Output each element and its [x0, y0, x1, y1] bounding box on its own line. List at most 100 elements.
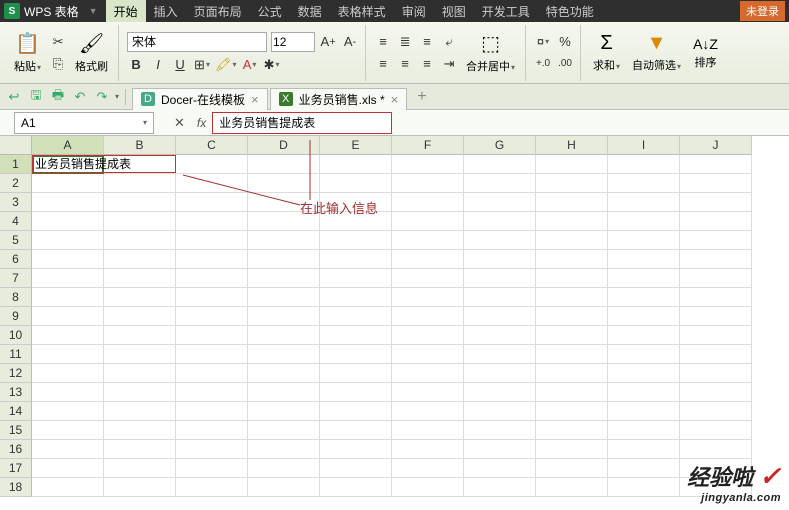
cell-H4[interactable]: [536, 212, 608, 231]
cell-C3[interactable]: [176, 193, 248, 212]
menu-0[interactable]: 开始: [106, 0, 146, 22]
cell-C8[interactable]: [176, 288, 248, 307]
cell-E18[interactable]: [320, 478, 392, 497]
cell-F7[interactable]: [392, 269, 464, 288]
row-header-10[interactable]: 10: [0, 326, 32, 345]
cell-C6[interactable]: [176, 250, 248, 269]
cell-H16[interactable]: [536, 440, 608, 459]
merge-center-button[interactable]: ⬚ 合并居中▾: [462, 29, 519, 76]
decrease-decimal-button[interactable]: .00: [556, 55, 574, 73]
cell-G18[interactable]: [464, 478, 536, 497]
cell-E3[interactable]: [320, 193, 392, 212]
cell-D8[interactable]: [248, 288, 320, 307]
cell-E7[interactable]: [320, 269, 392, 288]
underline-button[interactable]: U: [171, 56, 189, 74]
cell-G12[interactable]: [464, 364, 536, 383]
cell-C17[interactable]: [176, 459, 248, 478]
cell-G8[interactable]: [464, 288, 536, 307]
cell-C13[interactable]: [176, 383, 248, 402]
cell-G16[interactable]: [464, 440, 536, 459]
cell-B16[interactable]: [104, 440, 176, 459]
align-left-button[interactable]: ≡: [374, 55, 392, 73]
col-header-I[interactable]: I: [608, 136, 680, 155]
row-header-18[interactable]: 18: [0, 478, 32, 497]
cell-B10[interactable]: [104, 326, 176, 345]
cell-J15[interactable]: [680, 421, 752, 440]
cell-B18[interactable]: [104, 478, 176, 497]
cell-C15[interactable]: [176, 421, 248, 440]
cell-I4[interactable]: [608, 212, 680, 231]
cell-I5[interactable]: [608, 231, 680, 250]
cell-G15[interactable]: [464, 421, 536, 440]
menu-2[interactable]: 页面布局: [186, 0, 250, 22]
spreadsheet-grid[interactable]: ABCDEFGHIJ 123456789101112131415161718 业…: [0, 136, 789, 497]
cell-I18[interactable]: [608, 478, 680, 497]
close-icon[interactable]: ×: [251, 92, 259, 107]
cell-I11[interactable]: [608, 345, 680, 364]
cell-C5[interactable]: [176, 231, 248, 250]
cell-B9[interactable]: [104, 307, 176, 326]
cell-A18[interactable]: [32, 478, 104, 497]
select-all-corner[interactable]: [0, 136, 32, 155]
copy-button[interactable]: ⎘: [49, 55, 67, 73]
cell-G5[interactable]: [464, 231, 536, 250]
cell-A14[interactable]: [32, 402, 104, 421]
sort-button[interactable]: A↓Z 排序: [689, 34, 722, 72]
cell-G10[interactable]: [464, 326, 536, 345]
cell-J12[interactable]: [680, 364, 752, 383]
paste-button[interactable]: 📋 粘贴▾: [10, 29, 45, 76]
cell-J14[interactable]: [680, 402, 752, 421]
col-header-H[interactable]: H: [536, 136, 608, 155]
row-header-8[interactable]: 8: [0, 288, 32, 307]
cell-A10[interactable]: [32, 326, 104, 345]
cell-D14[interactable]: [248, 402, 320, 421]
cell-I9[interactable]: [608, 307, 680, 326]
cell-E11[interactable]: [320, 345, 392, 364]
row-header-6[interactable]: 6: [0, 250, 32, 269]
cell-F13[interactable]: [392, 383, 464, 402]
col-header-E[interactable]: E: [320, 136, 392, 155]
cell-D3[interactable]: [248, 193, 320, 212]
cell-F1[interactable]: [392, 155, 464, 174]
cell-I16[interactable]: [608, 440, 680, 459]
cell-A16[interactable]: [32, 440, 104, 459]
menu-1[interactable]: 插入: [146, 0, 186, 22]
bold-button[interactable]: B: [127, 56, 145, 74]
cell-G11[interactable]: [464, 345, 536, 364]
cell-H1[interactable]: [536, 155, 608, 174]
cell-H14[interactable]: [536, 402, 608, 421]
fill-color-button[interactable]: 🖍▾: [215, 56, 237, 74]
cell-E2[interactable]: [320, 174, 392, 193]
sum-button[interactable]: Σ 求和▾: [589, 30, 624, 75]
cell-E17[interactable]: [320, 459, 392, 478]
cell-I12[interactable]: [608, 364, 680, 383]
font-name-select[interactable]: [127, 32, 267, 52]
add-tab-button[interactable]: +: [409, 88, 434, 106]
cell-E15[interactable]: [320, 421, 392, 440]
cell-F4[interactable]: [392, 212, 464, 231]
cell-E6[interactable]: [320, 250, 392, 269]
cell-F6[interactable]: [392, 250, 464, 269]
col-header-G[interactable]: G: [464, 136, 536, 155]
cell-H2[interactable]: [536, 174, 608, 193]
cell-H13[interactable]: [536, 383, 608, 402]
cell-I14[interactable]: [608, 402, 680, 421]
percent-button[interactable]: %: [556, 33, 574, 51]
cell-I8[interactable]: [608, 288, 680, 307]
qa-save-button[interactable]: 🖫: [26, 87, 46, 107]
cell-I6[interactable]: [608, 250, 680, 269]
cell-D17[interactable]: [248, 459, 320, 478]
cell-H12[interactable]: [536, 364, 608, 383]
cell-F10[interactable]: [392, 326, 464, 345]
cell-A3[interactable]: [32, 193, 104, 212]
cell-B13[interactable]: [104, 383, 176, 402]
cell-D15[interactable]: [248, 421, 320, 440]
wrap-text-button[interactable]: ⤶: [440, 33, 458, 51]
cell-H15[interactable]: [536, 421, 608, 440]
cell-A1[interactable]: 业务员销售提成表: [32, 155, 176, 173]
row-header-9[interactable]: 9: [0, 307, 32, 326]
cell-J11[interactable]: [680, 345, 752, 364]
cell-C4[interactable]: [176, 212, 248, 231]
menu-5[interactable]: 表格样式: [330, 0, 394, 22]
cell-B6[interactable]: [104, 250, 176, 269]
